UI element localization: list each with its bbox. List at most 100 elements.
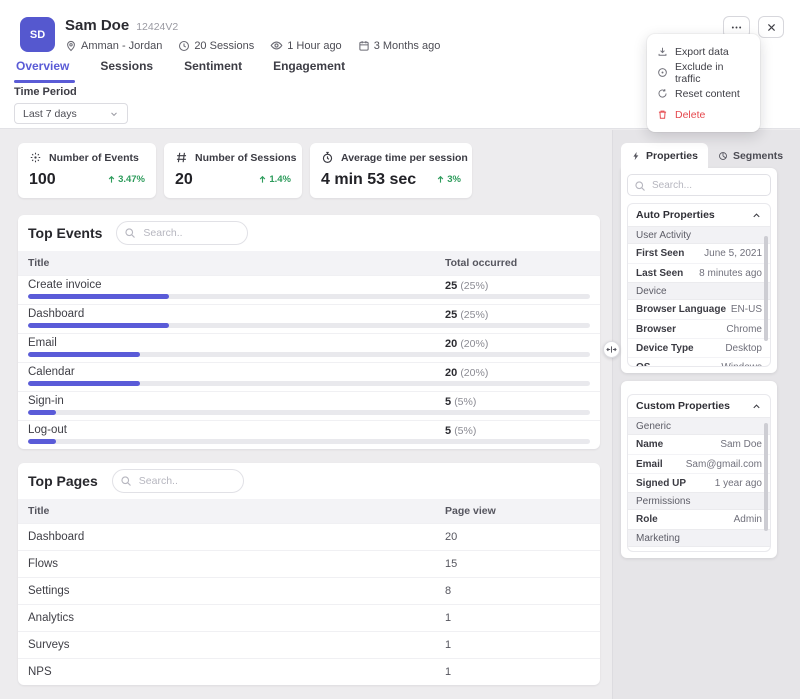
download-icon	[657, 46, 668, 57]
menu-item-exclude-in-traffic[interactable]: Exclude in traffic	[647, 62, 760, 83]
stat-value: 20	[175, 171, 193, 189]
property-row: Device TypeDesktop	[628, 338, 770, 357]
close-icon	[766, 22, 777, 33]
property-group: User Activity	[628, 226, 770, 244]
custom-properties-title: Custom Properties	[636, 400, 730, 412]
property-row: Signed UP1 year ago	[628, 473, 770, 492]
stat-cards: Number of Events 100 3.47% Number of Ses…	[18, 143, 600, 198]
table-row[interactable]: Dashboard20	[18, 523, 600, 550]
menu-item-export-data[interactable]: Export data	[647, 41, 760, 62]
context-menu: Export data Exclude in traffic Reset con…	[647, 34, 760, 132]
stat-value: 100	[29, 171, 56, 189]
event-progress-fill	[28, 381, 140, 386]
event-progress-fill	[28, 294, 169, 299]
stat-delta: 1.4%	[258, 174, 291, 185]
tab-sentiment[interactable]: Sentiment	[182, 55, 244, 85]
overview-column: Number of Events 100 3.47% Number of Ses…	[0, 130, 612, 699]
property-row: OSWindows	[628, 357, 770, 366]
user-identity: SD Sam Doe 12424V2 Amman - Jordan 20 Ses…	[20, 17, 440, 52]
event-progress-track	[28, 439, 590, 444]
first-seen-ago: 3 Months ago	[358, 40, 441, 52]
scrollbar-thumb[interactable]	[764, 236, 768, 341]
ellipsis-icon	[730, 21, 743, 34]
table-row[interactable]: Surveys1	[18, 631, 600, 658]
table-row[interactable]: Create invoice 25 (25%)	[18, 275, 600, 304]
top-pages-card: Top Pages Title Page view Dashboard20 Fl…	[18, 463, 600, 685]
table-row[interactable]: Analytics1	[18, 604, 600, 631]
top-pages-table-header: Title Page view	[18, 499, 600, 523]
user-location: Amman - Jordan	[65, 40, 162, 52]
custom-properties-list: Generic NameSam Doe EmailSam@gmail.com S…	[628, 417, 770, 551]
user-name: Sam Doe	[65, 17, 129, 34]
property-group: Permissions	[628, 492, 770, 510]
events-spark-icon	[29, 151, 42, 164]
property-row: Browser LanguageEN-US	[628, 300, 770, 319]
location-pin-icon	[65, 40, 77, 52]
exclude-icon	[657, 67, 668, 78]
tab-overview[interactable]: Overview	[14, 55, 71, 85]
stat-title: Number of Sessions	[195, 152, 297, 164]
up-arrow-icon	[258, 175, 267, 184]
calendar-icon	[358, 40, 370, 52]
top-pages-title: Top Pages	[28, 473, 98, 489]
property-row: Last Seen8 minutes ago	[628, 263, 770, 282]
up-arrow-icon	[436, 175, 445, 184]
tab-sessions[interactable]: Sessions	[98, 55, 155, 85]
scrollbar-thumb[interactable]	[764, 423, 768, 531]
auto-properties-list: User Activity First SeenJune 5, 2021 Las…	[628, 226, 770, 366]
stat-card-avg-time: Average time per session 4 min 53 sec 3%	[310, 143, 472, 198]
reset-icon	[657, 88, 668, 99]
event-progress-fill	[28, 352, 140, 357]
property-row: BrowserChrome	[628, 319, 770, 338]
time-period-label: Time Period	[14, 86, 128, 98]
hash-icon	[175, 151, 188, 164]
stat-card-sessions: Number of Sessions 20 1.4%	[164, 143, 302, 198]
pie-chart-icon	[718, 151, 728, 161]
horizontal-resize-icon	[606, 344, 617, 355]
table-row[interactable]: Calendar 20 (20%)	[18, 362, 600, 391]
stat-delta: 3.47%	[107, 174, 145, 185]
event-progress-fill	[28, 410, 56, 415]
table-row[interactable]: Flows15	[18, 550, 600, 577]
stat-delta: 3%	[436, 174, 461, 185]
chevron-up-icon[interactable]	[751, 210, 762, 221]
event-progress-track	[28, 323, 590, 328]
event-progress-fill	[28, 439, 56, 444]
menu-item-reset-content[interactable]: Reset content	[647, 83, 760, 104]
chevron-up-icon[interactable]	[751, 401, 762, 412]
table-row[interactable]: Sign-in 5 (5%)	[18, 391, 600, 420]
close-button[interactable]	[758, 16, 784, 38]
eye-icon	[270, 39, 283, 52]
clock-icon	[178, 40, 190, 52]
user-profile-header: SD Sam Doe 12424V2 Amman - Jordan 20 Ses…	[0, 0, 800, 129]
menu-item-delete[interactable]: Delete	[647, 104, 760, 125]
event-progress-track	[28, 352, 590, 357]
table-row[interactable]: NPS1	[18, 658, 600, 685]
auto-properties-title: Auto Properties	[636, 209, 715, 221]
stat-title: Average time per session	[341, 152, 468, 164]
property-row: EmailSam@gmail.com	[628, 454, 770, 473]
property-row: Marketing ElementEmail	[628, 547, 770, 551]
auto-properties-card: Auto Properties User Activity First Seen…	[621, 168, 777, 373]
property-row: First SeenJune 5, 2021	[628, 244, 770, 263]
event-progress-fill	[28, 323, 169, 328]
table-row[interactable]: Settings8	[18, 577, 600, 604]
stat-title: Number of Events	[49, 152, 139, 164]
table-row[interactable]: Dashboard 25 (25%)	[18, 304, 600, 333]
avatar: SD	[20, 17, 55, 52]
property-group: Generic	[628, 417, 770, 435]
table-row[interactable]: Log-out 5 (5%)	[18, 420, 600, 449]
table-row[interactable]: Email 20 (20%)	[18, 333, 600, 362]
trash-icon	[657, 109, 668, 120]
top-events-title: Top Events	[28, 225, 102, 241]
main-content: Number of Events 100 3.47% Number of Ses…	[0, 130, 800, 699]
last-seen-ago: 1 Hour ago	[270, 39, 341, 52]
tab-engagement[interactable]: Engagement	[271, 55, 347, 85]
properties-search-input[interactable]	[627, 174, 771, 196]
stat-card-events: Number of Events 100 3.47%	[18, 143, 156, 198]
tab-properties[interactable]: Properties	[621, 143, 708, 168]
property-row: RoleAdmin	[628, 510, 770, 529]
time-period-select[interactable]: Last 7 days	[14, 103, 128, 124]
panel-resize-handle[interactable]	[603, 341, 620, 358]
tab-segments[interactable]: Segments	[708, 143, 793, 168]
